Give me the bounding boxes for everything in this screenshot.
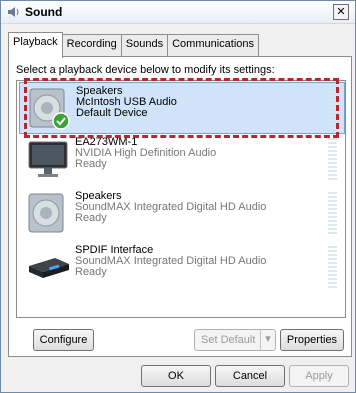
speaker-icon: [29, 88, 70, 130]
window-title: Sound: [25, 5, 63, 19]
device-status: Default Device: [76, 107, 148, 119]
device-item[interactable]: Speakers McIntosh USB Audio Default Devi…: [19, 82, 345, 134]
level-meter: [329, 87, 338, 131]
cancel-button[interactable]: Cancel: [215, 365, 285, 387]
apply-button[interactable]: Apply: [289, 365, 349, 387]
spdif-icon: [29, 258, 69, 278]
set-default-button[interactable]: Set Default ▾: [194, 329, 276, 351]
sound-dialog: Sound ✕ Playback Recording Sounds Commun…: [0, 0, 356, 393]
device-item[interactable]: EA273WM-1 NVIDIA High Definition Audio R…: [19, 134, 343, 184]
title-bar: Sound ✕: [1, 1, 355, 24]
instructions-text: Select a playback device below to modify…: [16, 64, 275, 76]
device-item[interactable]: SPDIF Interface SoundMAX Integrated Digi…: [19, 242, 343, 292]
speaker-icon: [28, 193, 64, 233]
properties-button[interactable]: Properties: [280, 329, 344, 351]
close-button[interactable]: ✕: [333, 4, 349, 20]
tab-communications[interactable]: Communications: [167, 34, 260, 57]
level-meter: [328, 138, 337, 182]
level-meter: [328, 246, 337, 290]
tab-playback[interactable]: Playback: [8, 32, 63, 58]
device-status: Ready: [75, 266, 107, 278]
speaker-icon: [8, 7, 19, 17]
tab-bar: Playback Recording Sounds Communications: [8, 32, 260, 58]
device-status: Ready: [75, 212, 107, 224]
device-list[interactable]: Speakers McIntosh USB Audio Default Devi…: [16, 80, 346, 318]
tab-recording[interactable]: Recording: [61, 34, 122, 57]
ok-button[interactable]: OK: [141, 365, 211, 387]
device-item[interactable]: Speakers SoundMAX Integrated Digital HD …: [19, 188, 343, 238]
set-default-label: Set Default: [201, 334, 256, 346]
level-meter: [328, 192, 337, 236]
monitor-icon: [28, 141, 68, 177]
configure-button[interactable]: Configure: [33, 329, 94, 351]
playback-panel: Select a playback device below to modify…: [8, 56, 352, 357]
tab-sounds[interactable]: Sounds: [120, 34, 169, 57]
chevron-down-icon[interactable]: ▾: [260, 330, 275, 350]
device-status: Ready: [75, 158, 107, 170]
